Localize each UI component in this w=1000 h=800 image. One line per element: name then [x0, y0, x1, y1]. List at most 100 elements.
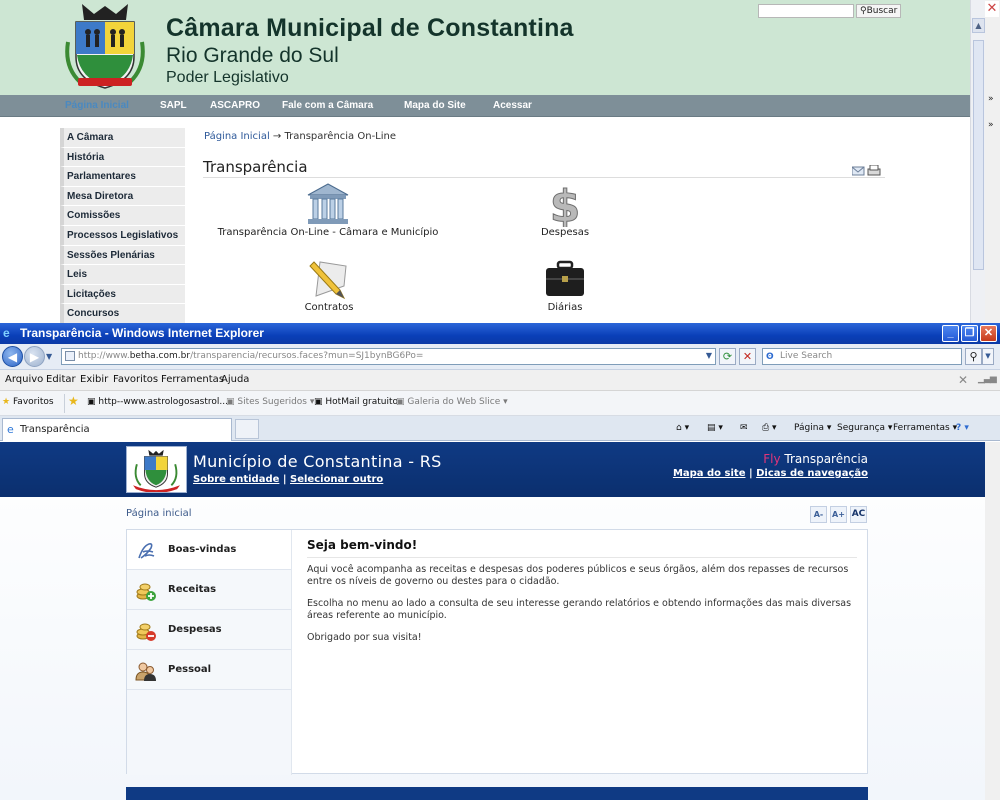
sidebar-item-comissoes[interactable]: Comissões — [60, 206, 185, 226]
nav-mapa-do-site[interactable]: Mapa do Site — [404, 100, 466, 111]
favorite-link-astrologos[interactable]: ▣ http--www.astrologosastrol... — [87, 397, 228, 407]
email-icon[interactable] — [851, 166, 865, 176]
forward-button[interactable]: ▶ — [24, 346, 45, 367]
address-input[interactable]: http://www.betha.com.br/transparencia/re… — [61, 348, 716, 365]
site-nav: Página Inicial SAPL ASCAPRO Fale com a C… — [0, 95, 970, 117]
content-panel: Boas-vindas Receitas Despesas Pessoal Se… — [126, 529, 868, 775]
page-icon: ▣ — [87, 397, 96, 407]
forward-arrow-icon: ▶ — [29, 350, 40, 364]
favorites-button[interactable]: ★ Favoritos — [2, 397, 54, 407]
sidebar-item-a-camara[interactable]: A Câmara — [60, 128, 185, 148]
menu-editar[interactable]: Editar — [46, 374, 76, 385]
new-tab-button[interactable] — [235, 419, 259, 439]
maximize-button[interactable]: ❐ — [961, 325, 978, 342]
tile-diarias[interactable]: Diárias — [520, 256, 610, 313]
search-options-icon[interactable]: ▼ — [982, 348, 994, 365]
sidebar-item-concursos[interactable]: Concursos — [60, 304, 185, 323]
high-contrast-button[interactable]: AC — [850, 506, 867, 523]
feeds-icon[interactable]: ▤ ▾ — [707, 423, 723, 433]
tools-menu[interactable]: Ferramentas ▾ — [893, 423, 957, 433]
briefcase-icon — [546, 260, 584, 296]
favorite-sites-sugeridos[interactable]: ▣ Sites Sugeridos ▾ — [226, 397, 314, 407]
mail-icon[interactable]: ✉ — [740, 423, 748, 433]
history-dropdown-icon[interactable]: ▼ — [46, 352, 52, 361]
home-icon[interactable]: ⌂ ▾ — [676, 423, 689, 433]
coat-of-arms-logo — [65, 4, 145, 89]
scroll-up-arrow-icon[interactable]: ▲ — [972, 18, 985, 33]
nav-pagina-inicial[interactable]: Página Inicial — [65, 100, 129, 111]
star-icon: ★ — [2, 397, 11, 407]
menu-arquivo[interactable]: Arquivo — [5, 374, 43, 385]
sidebar-item-historia[interactable]: História — [60, 147, 185, 168]
favorites-bar: ★ Favoritos ★ ▣ http--www.astrologosastr… — [0, 391, 1000, 416]
sidebar-item-licitacoes[interactable]: Licitações — [60, 284, 185, 305]
background-close-icon[interactable]: ✕ — [985, 1, 999, 17]
people-icon — [135, 662, 156, 681]
refresh-icon[interactable]: ⟳ — [719, 348, 736, 365]
welcome-heading: Seja bem-vindo! — [307, 538, 857, 558]
stop-icon[interactable]: ✕ — [739, 348, 756, 365]
favorite-hotmail[interactable]: ▣ HotMail gratuito — [314, 397, 398, 407]
select-other-link[interactable]: Selecionar outro — [290, 474, 383, 485]
sidebar-item-parlamentares[interactable]: Parlamentares — [60, 167, 185, 187]
sitemap-link[interactable]: Mapa do site — [673, 468, 746, 479]
fly-label: Fly — [763, 452, 781, 466]
site-tagline: Poder Legislativo — [166, 69, 289, 86]
tab-transparencia[interactable]: e Transparência — [2, 418, 232, 441]
page-breadcrumb[interactable]: Página inicial — [126, 508, 192, 519]
sidebar-item-sessoes-plenarias[interactable]: Sessões Plenárias — [60, 245, 185, 266]
ie-side-scrollbar[interactable] — [985, 442, 1000, 800]
page-menu[interactable]: Página ▾ — [794, 423, 831, 433]
portal-footer — [126, 787, 868, 800]
minimize-button[interactable]: _ — [942, 325, 959, 342]
breadcrumb-home-link[interactable]: Página Inicial — [204, 131, 270, 142]
help-icon[interactable]: ? ▾ — [956, 423, 969, 433]
chevron-right-icon[interactable]: » — [988, 94, 994, 104]
municipality-logo — [126, 446, 187, 493]
about-entity-link[interactable]: Sobre entidade — [193, 474, 279, 485]
tab-row: e Transparência ⌂ ▾ ▤ ▾ ✉ ⎙ ▾ Página ▾ S… — [0, 416, 1000, 441]
building-icon — [307, 183, 349, 224]
tile-contratos[interactable]: Contratos — [284, 256, 374, 313]
close-button[interactable]: ✕ — [980, 325, 997, 342]
menu-item-pessoal[interactable]: Pessoal — [127, 650, 291, 690]
nav-fale-com-a-camara[interactable]: Fale com a Câmara — [282, 100, 373, 111]
site-search-input[interactable] — [758, 4, 854, 18]
print-icon[interactable]: ⎙ ▾ — [762, 423, 777, 433]
chevron-right-icon[interactable]: » — [988, 120, 994, 130]
tile-transparencia-online[interactable]: Transparência On-Line - Câmara e Municíp… — [214, 181, 442, 238]
search-icon[interactable]: ⚲ — [965, 348, 982, 365]
menu-item-despesas[interactable]: Despesas — [127, 610, 291, 650]
welcome-content: Seja bem-vindo! Aqui você acompanha as r… — [307, 538, 857, 654]
font-decrease-button[interactable]: A- — [810, 506, 827, 523]
sidebar-item-leis[interactable]: Leis — [60, 265, 185, 285]
site-search-button[interactable]: ⚲Buscar — [856, 4, 902, 18]
tile-despesas[interactable]: $ Despesas — [520, 181, 610, 238]
nav-ascapro[interactable]: ASCAPRO — [210, 100, 260, 111]
live-search-logo-icon: ʘ — [766, 352, 774, 362]
coins-plus-icon — [136, 583, 156, 601]
add-favorite-icon[interactable]: ★ — [68, 394, 79, 408]
window-title: Transparência - Windows Internet Explore… — [20, 326, 264, 340]
favorite-web-slice[interactable]: ▣ Galeria do Web Slice ▾ — [396, 397, 508, 407]
nav-acessar[interactable]: Acessar — [493, 100, 532, 111]
background-scrollbar[interactable]: ▲ — [970, 0, 985, 323]
security-menu[interactable]: Segurança ▾ — [837, 423, 892, 433]
address-dropdown-icon[interactable]: ▼ — [702, 348, 716, 365]
menu-item-boas-vindas[interactable]: Boas-vindas — [127, 530, 291, 570]
scroll-thumb[interactable] — [973, 40, 984, 270]
nav-sapl[interactable]: SAPL — [160, 100, 187, 111]
sidebar-item-processos-legislativos[interactable]: Processos Legislativos — [60, 225, 185, 246]
close-menubar-icon[interactable]: ✕ — [958, 373, 968, 387]
menu-item-receitas[interactable]: Receitas — [127, 570, 291, 610]
back-button[interactable]: ◀ — [2, 346, 23, 367]
sidebar-item-mesa-diretora[interactable]: Mesa Diretora — [60, 186, 185, 207]
font-increase-button[interactable]: A+ — [830, 506, 847, 523]
navigation-tips-link[interactable]: Dicas de navegação — [756, 468, 868, 479]
menu-ferramentas[interactable]: Ferramentas — [161, 374, 224, 385]
print-icon[interactable] — [867, 164, 881, 176]
menu-exibir[interactable]: Exibir — [80, 374, 108, 385]
live-search-input[interactable]: ʘ Live Search — [762, 348, 962, 365]
menu-ajuda[interactable]: Ajuda — [221, 374, 249, 385]
menu-favoritos[interactable]: Favoritos — [113, 374, 158, 385]
